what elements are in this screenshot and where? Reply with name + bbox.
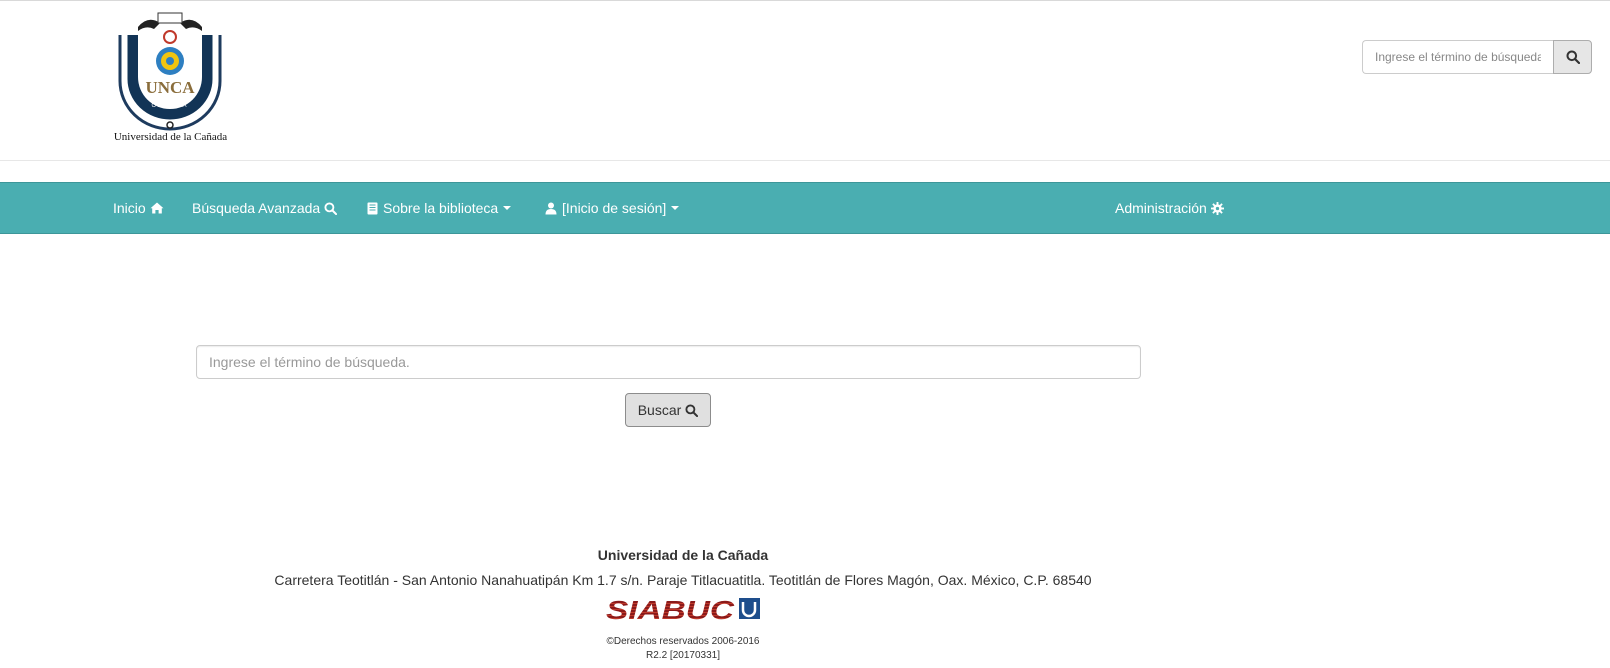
siabuc-wordmark: SIABUC bbox=[606, 597, 736, 623]
header-search bbox=[1362, 40, 1592, 74]
nav-item-label: Búsqueda Avanzada bbox=[192, 200, 321, 216]
nav-item-administracion[interactable]: Administración bbox=[1115, 183, 1224, 233]
gear-icon bbox=[1210, 201, 1224, 215]
nav-item-label: Inicio bbox=[113, 200, 146, 216]
chevron-down-icon bbox=[671, 206, 680, 210]
home-icon bbox=[150, 202, 164, 214]
header-search-button[interactable] bbox=[1553, 40, 1592, 74]
nav-item-label: Sobre la biblioteca bbox=[383, 200, 499, 216]
university-logo[interactable]: UNCA OAXACA bbox=[108, 9, 233, 149]
search-icon bbox=[1566, 50, 1580, 64]
main-search-input[interactable] bbox=[196, 345, 1141, 379]
footer-address: Carretera Teotitlán - San Antonio Nanahu… bbox=[274, 572, 1092, 588]
copyright-text: ©Derechos reservados 2006-2016 bbox=[606, 636, 760, 647]
chevron-down-icon bbox=[503, 206, 512, 210]
logo-acronym: UNCA bbox=[145, 78, 195, 97]
buscar-button[interactable]: Buscar bbox=[625, 393, 711, 427]
nav-item-label: [Inicio de sesión] bbox=[562, 200, 667, 216]
book-icon bbox=[367, 202, 378, 214]
search-icon bbox=[324, 201, 338, 215]
siabuc-logo[interactable]: SIABUC bbox=[606, 597, 761, 623]
nav-item-label: Administración bbox=[1115, 200, 1207, 216]
nav-item-sobre-biblioteca[interactable]: Sobre la biblioteca bbox=[367, 183, 512, 233]
logo-place: OAXACA bbox=[151, 103, 188, 109]
logo-caption: Universidad de la Cañada bbox=[113, 131, 228, 143]
search-icon bbox=[685, 403, 699, 417]
main-navbar: Inicio Búsqueda Avanzada Sobre la biblio… bbox=[0, 182, 1610, 234]
header-search-input[interactable] bbox=[1362, 40, 1553, 74]
buscar-button-label: Buscar bbox=[637, 402, 682, 418]
user-icon bbox=[545, 202, 557, 214]
nav-item-busqueda-avanzada[interactable]: Búsqueda Avanzada bbox=[192, 183, 338, 233]
header: UNCA OAXACA Universidad de la Cañada bbox=[0, 1, 1610, 161]
version-text: R2.2 [20170331] bbox=[646, 650, 720, 661]
nav-item-inicio[interactable]: Inicio bbox=[113, 183, 164, 233]
nav-item-inicio-sesion[interactable]: [Inicio de sesión] bbox=[545, 183, 680, 233]
footer-title: Universidad de la Cañada bbox=[597, 547, 769, 563]
